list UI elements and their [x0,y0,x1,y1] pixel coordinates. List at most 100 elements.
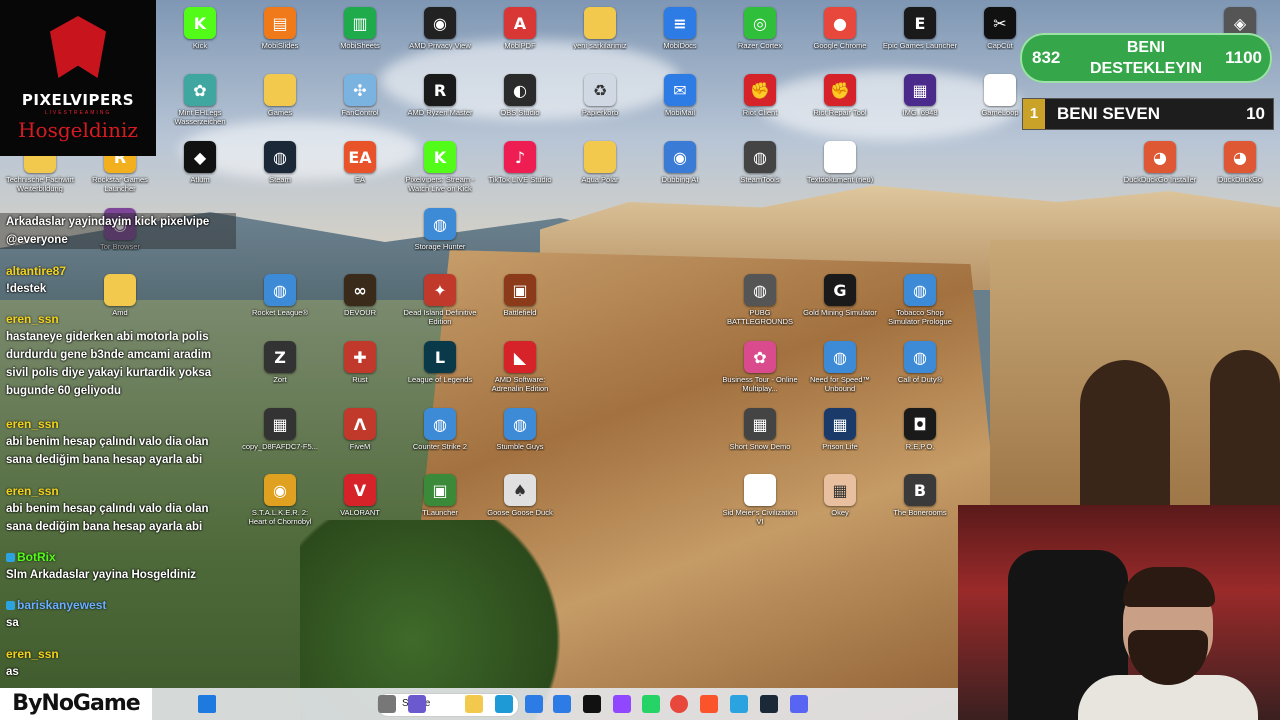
desktop-icon[interactable]: ✦ Dead Island Definitive Edition [402,270,478,326]
taskbar-file-explorer-icon[interactable] [465,695,483,713]
desktop-icon[interactable]: Sid Meier's Civilization VI [722,470,798,526]
desktop-icon[interactable]: K Pixelvipers: Stream - Watch Live on Kic… [402,137,478,193]
desktop-icon[interactable]: yeni sarkilarimiz [562,3,638,50]
desktop-icon[interactable]: ▣ Battlefield [482,270,558,317]
desktop-icon[interactable]: ▥ MobiSheets [322,3,398,50]
desktop-icon[interactable]: ◎ Razer Cortex [722,3,798,50]
desktop-icon[interactable]: ≡ MobiDocs [642,3,718,50]
desktop-icon[interactable]: ◍ Need for Speed™ Unbound [802,337,878,393]
desktop-icon-label: MobiSheets [340,41,380,50]
app-icon [744,474,776,506]
desktop-icon[interactable]: ◐ OBS Studio [482,70,558,117]
app-icon: ✿ [184,74,216,106]
desktop-icon[interactable]: ◍ Tobacco Shop Simulator Prologue [882,270,958,326]
desktop-icon[interactable]: Aqua Polar [562,137,638,184]
desktop-icon[interactable]: ✚ Rust [322,337,398,384]
desktop-icon[interactable]: ▣ TLauncher [402,470,478,517]
desktop-icon-label: S.T.A.L.K.E.R. 2: Heart of Chornobyl [248,508,312,526]
taskbar-steam-icon[interactable] [760,695,778,713]
desktop-icon-label: Stumble Guys [496,442,544,451]
desktop-icon[interactable]: ◍ Counter Strike 2 [402,404,478,451]
desktop-icon[interactable]: ▦ Prison Life [802,404,878,451]
desktop-icon[interactable]: ◉ AMD Privacy View [402,3,478,50]
desktop-icon[interactable]: ✊ Riot Client [722,70,798,117]
desktop-icon[interactable]: ♪ TikTok LIVE Studio [482,137,558,184]
chat-message: eren_ssn abi benim hesap çalındı valo di… [0,482,236,536]
desktop-icon[interactable]: B The Bonerooms [882,470,958,517]
desktop-icon-label: The Bonerooms [893,508,947,517]
taskbar-tiktok-icon[interactable] [583,695,601,713]
taskbar-chrome-icon[interactable] [670,695,688,713]
desktop-icon[interactable]: ▦ Short Snow Demo [722,404,798,451]
desktop-icon-label: DuckDuckGo Installer [1123,175,1197,184]
desktop-icon[interactable]: ◉ Dubbing AI [642,137,718,184]
desktop-icon-label: TikTok LIVE Studio [488,175,552,184]
taskbar-telegram-icon[interactable] [730,695,748,713]
desktop-icon-label: EA [354,175,365,184]
desktop-icon[interactable]: A MobiPDF [482,3,558,50]
desktop-icon[interactable]: ◍ SteamTools [722,137,798,184]
desktop-icon[interactable]: ▦ copy_D8FAFDC7-F5... [242,404,318,451]
desktop-icon[interactable]: ✿ Mint EHLegs Wasserzeichen [162,70,238,126]
taskbar-twitch-icon[interactable] [613,695,631,713]
desktop-icon[interactable]: ◕ DuckDuckGo [1202,137,1278,184]
desktop-icon[interactable]: EA EA [322,137,398,184]
taskbar-whatsapp-icon[interactable] [642,695,660,713]
chat-username-text: BotRix [17,550,56,564]
desktop-icon[interactable]: Games [242,70,318,117]
chat-message: eren_ssn hastaneye giderken abi motorla … [0,310,236,400]
desktop-icon[interactable]: ▤ MobiSlides [242,3,318,50]
desktop-icon[interactable]: ◆ Atlum [162,137,238,184]
taskbar-brave-icon[interactable] [700,695,718,713]
desktop-icon[interactable]: ♻ Papierkorb [562,70,638,117]
app-icon: ✉ [664,74,696,106]
taskbar-windows-start-icon[interactable] [198,695,216,713]
taskbar-ms-store-icon[interactable] [525,695,543,713]
desktop-icon[interactable]: L League of Legends [402,337,478,384]
chat-text: hastaneye giderken abi motorla polis dur… [6,331,212,397]
desktop-icon[interactable]: ● Google Chrome [802,3,878,50]
desktop-icon-label: Dubbing AI [661,175,699,184]
desktop-icon[interactable]: ◘ R.E.P.O. [882,404,958,451]
desktop-icon[interactable]: ◍ Call of Duty® [882,337,958,384]
desktop-icon[interactable]: ◍ PUBG BATTLEGROUNDS [722,270,798,326]
app-icon: ● [824,7,856,39]
app-icon: ▣ [504,274,536,306]
desktop-icon[interactable]: ◣ AMD Software: Adrenalin Edition [482,337,558,393]
desktop-icon[interactable]: ∞ DEVOUR [322,270,398,317]
taskbar-edge-icon[interactable] [495,695,513,713]
taskbar-file-viewer-icon[interactable] [378,695,396,713]
desktop-icon-label: AMD Software: Adrenalin Edition [491,375,549,393]
desktop-icon[interactable]: ◍ Steam [242,137,318,184]
desktop-icon[interactable]: ✿ Business Tour - Online Multiplay... [722,337,798,393]
app-icon: A [504,7,536,39]
desktop-icon-label: Steam [269,175,291,184]
desktop-icon[interactable]: K Kick [162,3,238,50]
desktop-icon[interactable]: G Gold Mining Simulator [802,270,878,317]
desktop-icon[interactable]: V VALORANT [322,470,398,517]
desktop-icon[interactable]: Λ FiveM [322,404,398,451]
desktop-icon[interactable]: ✉ MobiMail [642,70,718,117]
desktop-icon[interactable]: ▦ Okey [802,470,878,517]
desktop-icon-label: Business Tour - Online Multiplay... [722,375,798,393]
desktop-icon[interactable]: ◕ DuckDuckGo Installer [1122,137,1198,184]
desktop-icon[interactable]: Z Zort [242,337,318,384]
desktop-icon[interactable]: ✣ FanControl [322,70,398,117]
desktop-icon[interactable]: Textdokument (neu) [802,137,878,184]
desktop-icon[interactable]: ♠ Goose Goose Duck [482,470,558,517]
desktop-icon[interactable]: ◍ Rocket League® [242,270,318,317]
taskbar-copilot-icon[interactable] [408,695,426,713]
app-icon [584,141,616,173]
desktop-icon[interactable]: R AMD Ryzen Master [402,70,478,117]
taskbar-discord-icon[interactable] [790,695,808,713]
app-icon: ◍ [744,141,776,173]
desktop-icon-label: OBS Studio [500,108,540,117]
desktop-icon[interactable]: ✊ Riot Repair Tool [802,70,878,117]
taskbar-mail-icon[interactable] [553,695,571,713]
desktop-icon[interactable]: ◍ Storage Hunter [402,204,478,251]
desktop-icon[interactable]: E Epic Games Launcher [882,3,958,50]
desktop-icon[interactable]: ◉ S.T.A.L.K.E.R. 2: Heart of Chornobyl [242,470,318,526]
app-icon: ◆ [184,141,216,173]
desktop-icon[interactable]: ◍ Stumble Guys [482,404,558,451]
desktop-icon[interactable]: ▦ IMG_6948 [882,70,958,117]
